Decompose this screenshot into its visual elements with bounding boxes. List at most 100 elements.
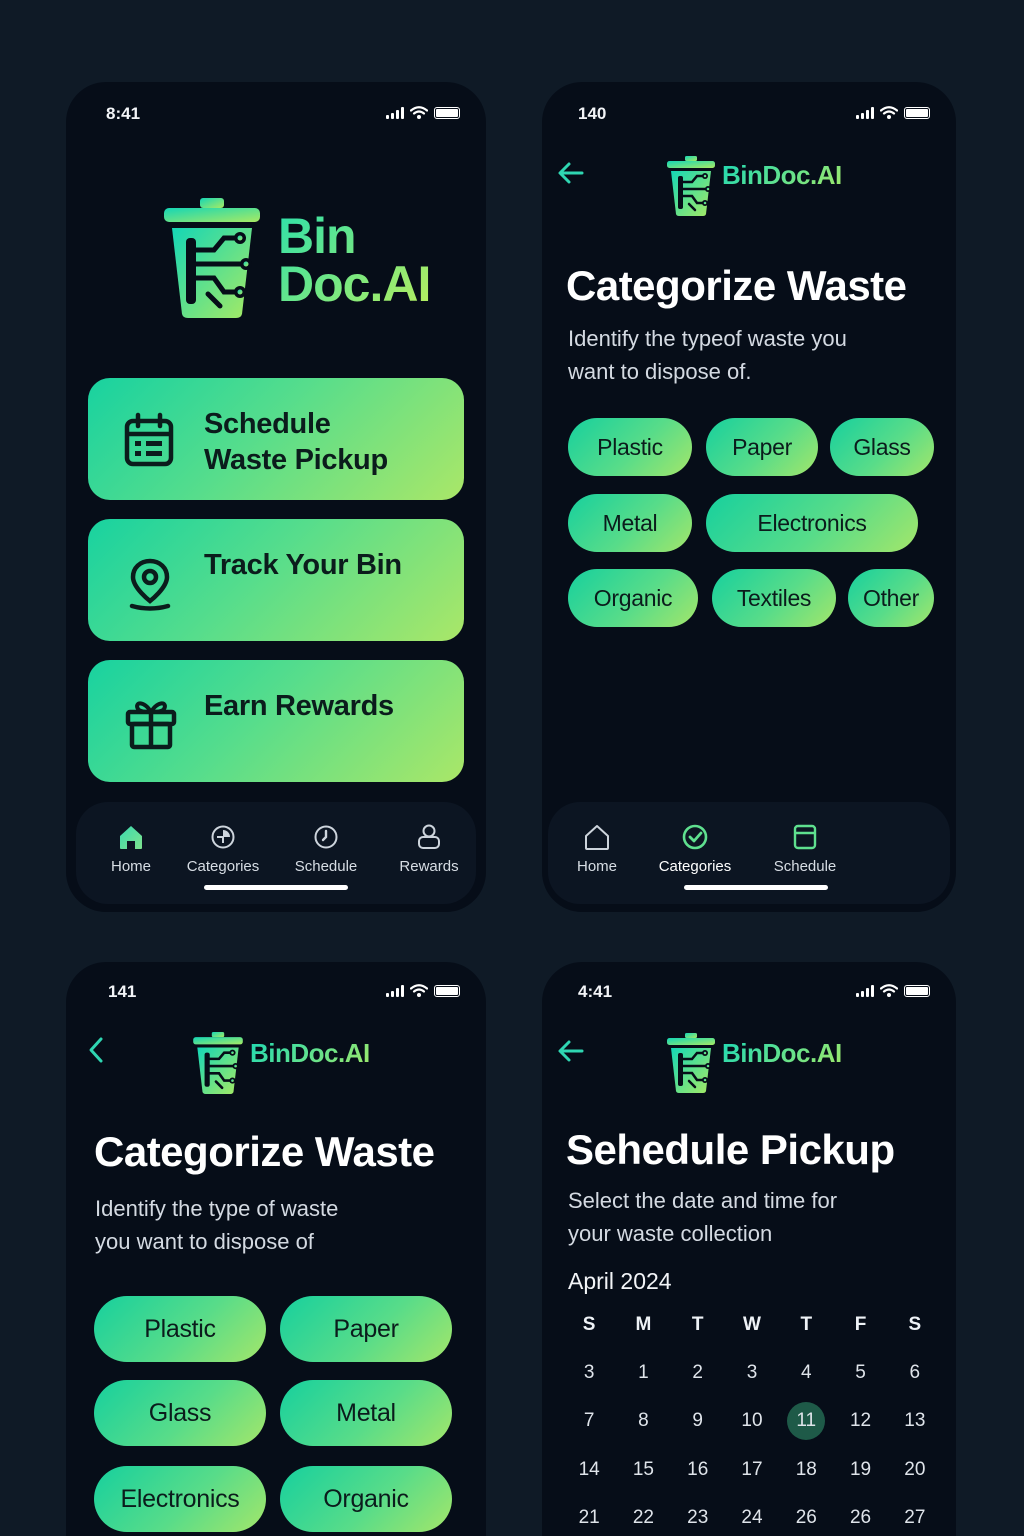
calendar-day[interactable]: 14 — [562, 1459, 616, 1481]
page-subtitle: Identify the typeof waste you want to di… — [568, 326, 847, 384]
calendar-day[interactable]: 8 — [616, 1410, 670, 1432]
signal-icon — [856, 984, 874, 997]
home-icon — [585, 825, 609, 850]
category-glass[interactable]: Glass — [830, 418, 934, 476]
calendar-day[interactable]: 13 — [888, 1410, 942, 1432]
category-organic[interactable]: Organic — [568, 569, 698, 627]
brand-line-2: Doc.AI — [278, 256, 431, 312]
calendar-week: 14 15 16 17 18 19 20 — [562, 1459, 942, 1481]
category-paper[interactable]: Paper — [706, 418, 818, 476]
calendar-day[interactable]: 21 — [562, 1507, 616, 1529]
signal-icon — [856, 106, 874, 119]
rewards-icon — [418, 824, 440, 849]
category-other[interactable]: Other — [848, 569, 934, 627]
battery-icon — [434, 106, 460, 119]
category-plastic[interactable]: Plastic — [94, 1296, 266, 1362]
signal-icon — [386, 106, 404, 119]
schedule-pickup-screen: 4:41 BinDoc.AI Sehedule Pickup Select th… — [542, 962, 956, 1536]
calendar-day[interactable]: 19 — [833, 1459, 887, 1481]
page-title: Categorize Waste — [566, 262, 907, 309]
calendar-month: April 2024 — [568, 1268, 672, 1294]
home-screen: 8:41 Bin Doc.AI Schedule Waste Pickup Tr… — [66, 82, 486, 912]
brand-name: BinDoc.AI — [722, 159, 842, 190]
calendar-day[interactable]: 10 — [725, 1410, 779, 1432]
calendar-day[interactable]: 7 — [562, 1410, 616, 1432]
earn-rewards-card[interactable]: Earn Rewards — [88, 660, 464, 782]
calendar-day[interactable]: 18 — [779, 1459, 833, 1481]
card-title-line-1: Schedule — [204, 408, 331, 440]
location-pin-icon — [129, 558, 171, 611]
category-plastic[interactable]: Plastic — [568, 418, 692, 476]
calendar-day[interactable]: 23 — [671, 1507, 725, 1529]
status-time: 140 — [578, 104, 607, 123]
nav-categories[interactable]: Categories — [650, 822, 740, 875]
status-time: 141 — [108, 982, 137, 1001]
calendar-week: 7 8 9 10 11 12 13 — [562, 1402, 942, 1440]
category-glass[interactable]: Glass — [94, 1380, 266, 1446]
category-metal[interactable]: Metal — [280, 1380, 452, 1446]
page-title: Categorize Waste — [94, 1128, 435, 1175]
calendar-day[interactable]: 16 — [671, 1459, 725, 1481]
categorize-screen-grid: 141 BinDoc.AI Categorize Waste Identify … — [66, 962, 486, 1536]
category-electronics[interactable]: Electronics — [706, 494, 918, 552]
status-time: 8:41 — [106, 104, 141, 123]
nav-home[interactable]: Home — [86, 822, 176, 875]
nav-schedule[interactable]: Schedule — [281, 822, 371, 875]
calendar-day-selected[interactable]: 11 — [779, 1402, 833, 1440]
page-subtitle: Identify the type of waste you want to d… — [95, 1196, 339, 1254]
status-bar: 8:41 — [66, 104, 486, 124]
back-arrow-icon[interactable] — [556, 1038, 586, 1064]
calendar-day[interactable]: 3 — [725, 1362, 779, 1384]
calendar-week: 3 1 2 3 4 5 6 — [562, 1362, 942, 1384]
home-indicator — [684, 885, 828, 890]
nav-home[interactable]: Home — [552, 822, 642, 875]
calendar-day[interactable]: 22 — [616, 1507, 670, 1529]
calendar-day[interactable]: 9 — [671, 1410, 725, 1432]
track-bin-card[interactable]: Track Your Bin — [88, 519, 464, 641]
trash-bin-logo-icon — [666, 156, 716, 216]
calendar-day[interactable]: 1 — [616, 1362, 670, 1384]
gift-icon — [125, 701, 177, 750]
schedule-pickup-card[interactable]: Schedule Waste Pickup — [88, 378, 464, 500]
calendar-day[interactable]: 26 — [833, 1507, 887, 1529]
brand-line-1: Bin — [278, 208, 356, 264]
card-title-line-2: Waste Pickup — [204, 444, 388, 476]
bottom-nav: Home Categories Schedule Rewards — [76, 802, 476, 904]
calendar-day[interactable]: 6 — [888, 1362, 942, 1384]
wifi-icon — [410, 106, 428, 119]
signal-icon — [386, 984, 404, 997]
nav-categories[interactable]: Categories — [178, 822, 268, 875]
category-metal[interactable]: Metal — [568, 494, 692, 552]
calendar-day[interactable]: 5 — [833, 1362, 887, 1384]
wifi-icon — [410, 984, 428, 997]
category-textiles[interactable]: Textiles — [712, 569, 836, 627]
trash-bin-logo-icon — [162, 198, 262, 318]
category-paper[interactable]: Paper — [280, 1296, 452, 1362]
card-title: Track Your Bin — [204, 549, 402, 581]
calendar-day[interactable]: 4 — [779, 1362, 833, 1384]
calendar-day[interactable]: 24 — [725, 1507, 779, 1529]
back-arrow-icon[interactable] — [556, 160, 586, 186]
calendar-day[interactable]: 2 — [671, 1362, 725, 1384]
calendar-icon — [793, 824, 817, 850]
calendar-weekdays: S M T W T F S — [582, 1314, 922, 1335]
categories-icon — [211, 825, 235, 849]
calendar-day[interactable]: 20 — [888, 1459, 942, 1481]
bottom-nav: Home Categories Schedule — [548, 802, 950, 904]
category-organic[interactable]: Organic — [280, 1466, 452, 1532]
home-icon — [120, 826, 142, 849]
back-chevron-icon[interactable] — [86, 1036, 106, 1064]
calendar-day[interactable]: 26 — [779, 1507, 833, 1529]
calendar-day[interactable]: 3 — [562, 1362, 616, 1384]
calendar-day[interactable]: 12 — [833, 1410, 887, 1432]
nav-rewards[interactable]: Rewards — [384, 822, 474, 875]
calendar-day[interactable]: 27 — [888, 1507, 942, 1529]
category-electronics[interactable]: Electronics — [94, 1466, 266, 1532]
nav-schedule[interactable]: Schedule — [760, 822, 850, 875]
brand-name: BinDoc.AI — [722, 1037, 842, 1068]
brand-name: BinDoc.AI — [250, 1037, 370, 1068]
battery-icon — [904, 106, 930, 119]
calendar-day[interactable]: 17 — [725, 1459, 779, 1481]
calendar-day[interactable]: 15 — [616, 1459, 670, 1481]
brand-logo: BinDoc.AI — [666, 156, 842, 216]
